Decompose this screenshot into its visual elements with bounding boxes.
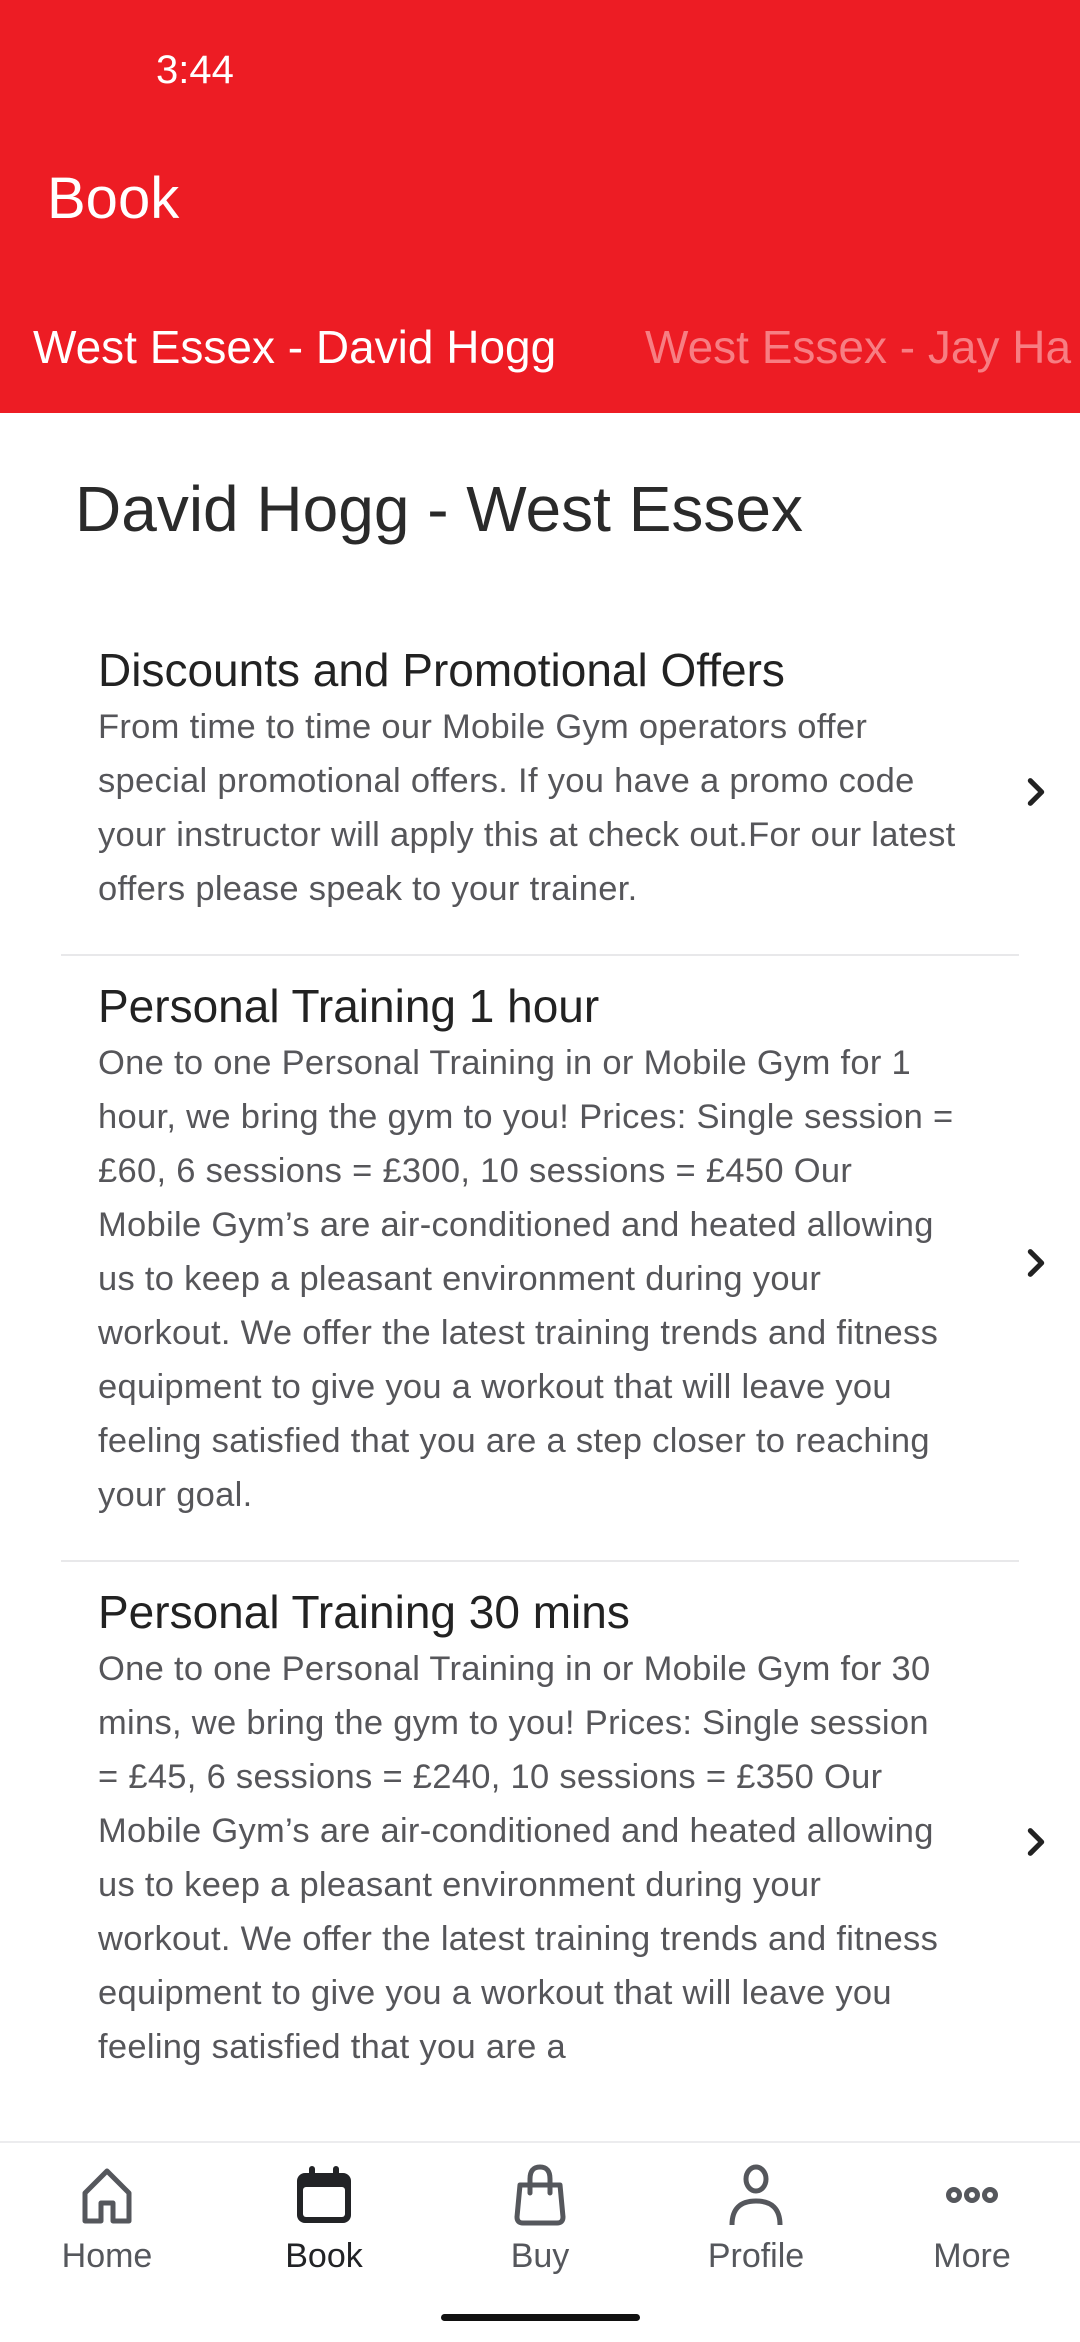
chevron-right-icon[interactable] [1019,1246,1053,1280]
home-icon [82,2168,132,2224]
page-header-title: Book [47,166,180,231]
list-item-description: One to one Personal Training in or Mobil… [98,1044,954,1514]
list-item-description: From time to time our Mobile Gym operato… [98,708,956,908]
tab-west-essex-david-hogg[interactable]: West Essex - David Hogg [33,312,556,382]
person-icon [729,2164,783,2226]
home-indicator-bar[interactable] [441,2314,640,2321]
product-list: Discounts and Promotional Offers From ti… [0,620,1080,2112]
nav-label: Buy [510,2237,570,2275]
nav-label: Book [285,2237,363,2275]
list-item-description: One to one Personal Training in or Mobil… [98,1650,939,2066]
calendar-icon [297,2166,351,2223]
list-item-discounts[interactable]: Discounts and Promotional Offers From ti… [61,620,1045,956]
more-dots-icon [946,2187,998,2203]
nav-book[interactable]: Book [234,2163,414,2276]
nav-label: Profile [707,2237,805,2275]
bottom-navigation: Home Book Buy Profile More [0,2141,1080,2342]
nav-label: Home [61,2237,153,2275]
chevron-right-icon[interactable] [1019,775,1053,809]
list-item-pt-30-mins[interactable]: Personal Training 30 mins One to one Per… [61,1562,1045,2112]
nav-home[interactable]: Home [17,2163,197,2276]
list-item-title: Personal Training 1 hour [98,980,600,1032]
page-title: David Hogg - West Essex [75,473,803,545]
nav-label: More [933,2237,1011,2275]
list-item-title: Discounts and Promotional Offers [98,644,785,696]
trainer-tabs: West Essex - David Hogg West Essex - Jay… [0,312,1080,382]
nav-more[interactable]: More [882,2163,1062,2276]
list-item-title: Personal Training 30 mins [98,1586,630,1638]
list-item-pt-1-hour[interactable]: Personal Training 1 hour One to one Pers… [61,956,1045,1562]
nav-profile[interactable]: Profile [666,2163,846,2276]
status-bar-time: 3:44 [156,48,234,92]
shopping-bag-icon [514,2164,566,2226]
tab-west-essex-jay[interactable]: West Essex - Jay Ha [645,312,1071,382]
nav-buy[interactable]: Buy [450,2163,630,2276]
chevron-right-icon[interactable] [1019,1825,1053,1859]
app-header: 3:44 Book West Essex - David Hogg West E… [0,0,1080,413]
